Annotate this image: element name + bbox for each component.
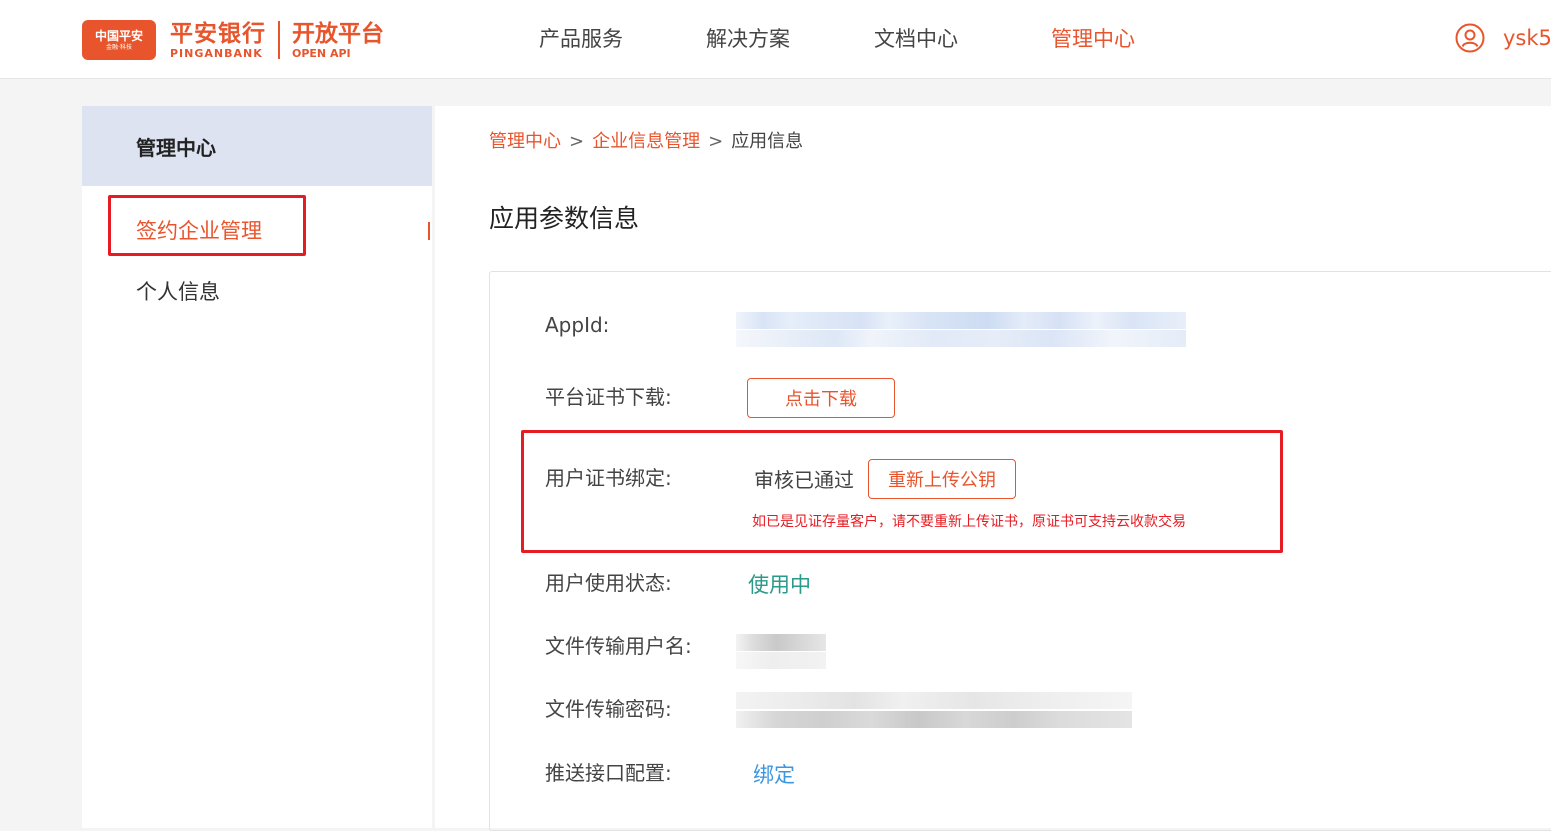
app-params-card: AppId: 平台证书下载: 点击下载 用户证书绑定: 审核已通过 重新上传公钥… bbox=[489, 271, 1551, 831]
bank-name: 平安银行 PINGANBANK bbox=[170, 21, 266, 60]
pingan-bank-logo[interactable]: 中国平安 金融·科技 平安银行 PINGANBANK 开放平台 OPEN API bbox=[82, 18, 384, 62]
push-bind-link[interactable]: 绑定 bbox=[753, 760, 795, 790]
main-content: 管理中心 > 企业信息管理 > 应用信息 应用参数信息 AppId: 平台证书下… bbox=[435, 106, 1551, 831]
ftp-pass-label: 文件传输密码: bbox=[545, 697, 672, 721]
breadcrumb-current: 应用信息 bbox=[731, 131, 804, 152]
open-platform-cn: 开放平台 bbox=[292, 20, 384, 47]
cert-download-label: 平台证书下载: bbox=[545, 385, 672, 409]
highlight-box-sidebar bbox=[108, 195, 306, 256]
breadcrumb: 管理中心 > 企业信息管理 > 应用信息 bbox=[489, 128, 803, 156]
breadcrumb-separator: > bbox=[569, 131, 585, 152]
appid-label: AppId: bbox=[545, 313, 610, 337]
user-circle-icon bbox=[1455, 23, 1485, 53]
push-config-label: 推送接口配置: bbox=[545, 761, 672, 785]
ftp-user-label: 文件传输用户名: bbox=[545, 634, 692, 658]
open-platform-name: 开放平台 OPEN API bbox=[292, 21, 384, 60]
sidebar-item-personal-info[interactable]: 个人信息 bbox=[136, 277, 220, 307]
badge-subtext: 金融·科技 bbox=[106, 44, 132, 51]
nav-management[interactable]: 管理中心 bbox=[1051, 24, 1135, 54]
badge-text: 中国平安 bbox=[94, 29, 143, 43]
sidebar-title-text: 管理中心 bbox=[136, 135, 216, 160]
bank-name-cn: 平安银行 bbox=[170, 20, 266, 47]
sidebar-active-indicator bbox=[428, 222, 430, 240]
sidebar: 管理中心 签约企业管理 个人信息 bbox=[82, 106, 432, 828]
page-title: 应用参数信息 bbox=[489, 204, 640, 233]
user-menu[interactable]: ysk5 bbox=[1455, 22, 1551, 54]
breadcrumb-separator: > bbox=[708, 131, 724, 152]
nav-products[interactable]: 产品服务 bbox=[539, 24, 623, 54]
user-status-value: 使用中 bbox=[748, 573, 811, 597]
open-platform-en: OPEN API bbox=[292, 46, 351, 60]
appid-value-redacted bbox=[736, 312, 1186, 348]
breadcrumb-enterprise-info[interactable]: 企业信息管理 bbox=[592, 128, 700, 156]
ftp-pass-value-redacted bbox=[736, 690, 1132, 730]
user-name: ysk5 bbox=[1503, 26, 1551, 50]
nav-solutions[interactable]: 解决方案 bbox=[706, 24, 790, 54]
breadcrumb-management[interactable]: 管理中心 bbox=[489, 128, 561, 156]
pingan-badge-logo: 中国平安 金融·科技 bbox=[82, 20, 156, 60]
highlight-box-cert-bind bbox=[521, 430, 1283, 553]
bank-name-en: PINGANBANK bbox=[170, 46, 263, 60]
ftp-user-value-redacted bbox=[736, 634, 826, 670]
logo-divider bbox=[278, 21, 280, 59]
top-header: 中国平安 金融·科技 平安银行 PINGANBANK 开放平台 OPEN API… bbox=[0, 0, 1551, 79]
user-status-label: 用户使用状态: bbox=[545, 571, 672, 595]
sidebar-title: 管理中心 bbox=[82, 106, 432, 186]
nav-docs[interactable]: 文档中心 bbox=[874, 24, 958, 54]
download-cert-button[interactable]: 点击下载 bbox=[747, 378, 895, 418]
